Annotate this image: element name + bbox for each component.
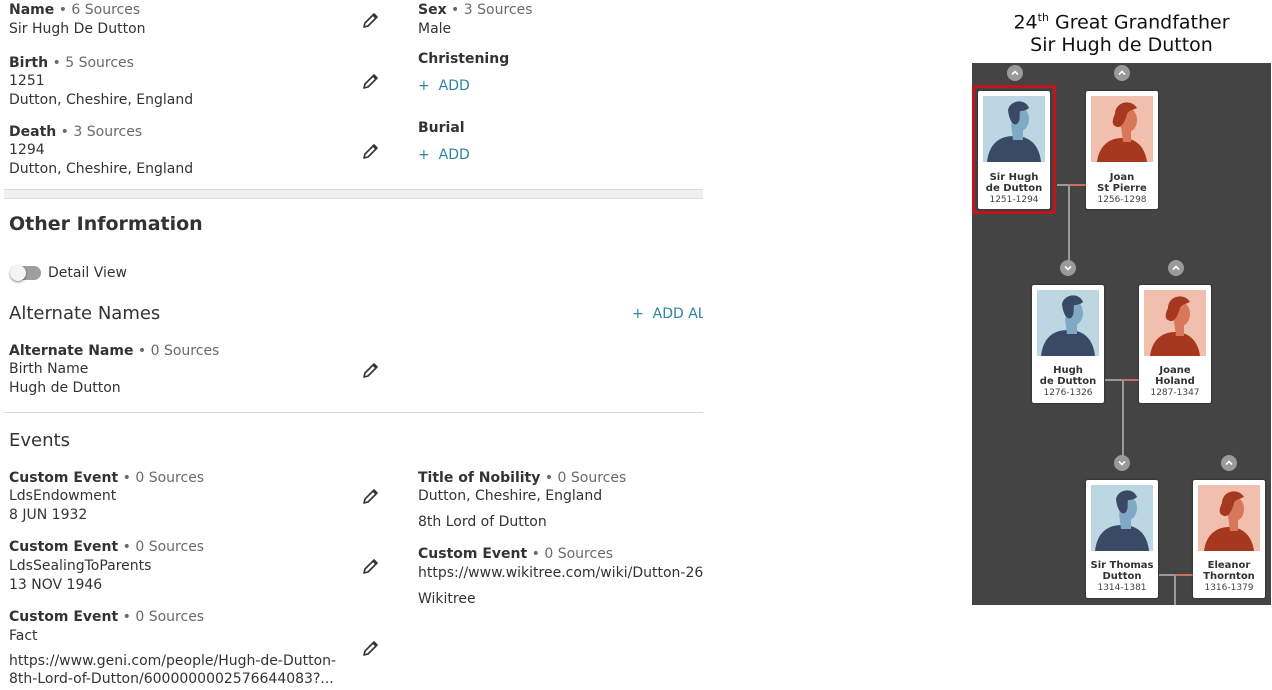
event-label: Custom Event • 0 Sources	[9, 609, 205, 625]
plus-icon: +	[418, 78, 439, 94]
expand-parents-chevron-up-icon[interactable]	[1007, 65, 1023, 81]
expand-parents-chevron-up-icon[interactable]	[1168, 260, 1184, 276]
christening-label: Christening	[418, 51, 510, 67]
person-card-joane-holand[interactable]: Joane Holand 1287-1347	[1139, 285, 1211, 403]
descent-line	[1122, 380, 1124, 458]
couple-connector	[1174, 574, 1193, 576]
plus-icon: +	[632, 306, 653, 322]
divider	[4, 412, 703, 413]
event-url: 8th-Lord-of-Dutton/6000000002576644083?.…	[9, 671, 334, 687]
plus-icon: +	[418, 147, 439, 163]
edit-death-pencil-icon[interactable]	[361, 141, 381, 161]
expand-parents-chevron-up-icon[interactable]	[1114, 65, 1130, 81]
event-label: Custom Event • 0 Sources	[418, 546, 614, 562]
person-card-sir-hugh-de-dutton[interactable]: Sir Hugh de Dutton 1251-1294	[978, 91, 1050, 209]
sex-label: Sex • 3 Sources	[418, 2, 533, 18]
edit-alternate-name-pencil-icon[interactable]	[361, 360, 381, 380]
birth-label: Birth • 5 Sources	[9, 55, 134, 71]
other-information-heading: Other Information	[9, 213, 203, 235]
event-url: https://www.geni.com/people/Hugh-de-Dutt…	[9, 653, 337, 669]
events-heading: Events	[9, 430, 70, 451]
alternate-names-heading: Alternate Names	[9, 303, 161, 324]
detail-view-label: Detail View	[48, 265, 127, 281]
person-card-sir-thomas-dutton[interactable]: Sir Thomas Dutton 1314-1381	[1086, 480, 1158, 598]
event-label: Title of Nobility • 0 Sources	[418, 470, 627, 486]
birth-date: 1251	[9, 73, 45, 89]
add-christening-button[interactable]: + ADD	[418, 78, 470, 94]
event-detail: Fact	[9, 628, 38, 644]
alternate-name-label: Alternate Name • 0 Sources	[9, 343, 220, 359]
death-place: Dutton, Cheshire, England	[9, 161, 194, 177]
event-date: 13 NOV 1946	[9, 577, 103, 593]
male-avatar-icon	[983, 96, 1045, 162]
descent-line	[1068, 185, 1070, 263]
birth-place: Dutton, Cheshire, England	[9, 92, 194, 108]
edit-event-pencil-icon[interactable]	[361, 556, 381, 576]
alternate-name-value: Hugh de Dutton	[9, 380, 121, 396]
event-date: 8 JUN 1932	[9, 507, 88, 523]
name-value: Sir Hugh De Dutton	[9, 21, 146, 37]
collapse-chevron-down-icon[interactable]	[1114, 455, 1130, 471]
event-place: Dutton, Cheshire, England	[418, 488, 603, 504]
add-alternate-name-button[interactable]: + ADD AL	[632, 306, 703, 322]
section-divider	[4, 189, 703, 199]
death-label: Death • 3 Sources	[9, 124, 143, 140]
edit-name-pencil-icon[interactable]	[361, 10, 381, 30]
event-detail: LdsSealingToParents	[9, 558, 152, 574]
female-avatar-icon	[1144, 290, 1206, 356]
edit-event-pencil-icon[interactable]	[361, 486, 381, 506]
death-date: 1294	[9, 142, 45, 158]
event-label: Custom Event • 0 Sources	[9, 470, 205, 486]
descent-line	[1174, 575, 1176, 605]
burial-label: Burial	[418, 120, 465, 136]
tree-title: 24th Great Grandfather	[1013, 11, 1230, 34]
person-card-eleanor-thornton[interactable]: Eleanor Thornton 1316-1379	[1193, 480, 1265, 598]
event-detail: Wikitree	[418, 591, 476, 607]
couple-connector	[1068, 184, 1086, 186]
alternate-name-type: Birth Name	[9, 361, 89, 377]
event-detail: LdsEndowment	[9, 488, 117, 504]
tree-title-name: Sir Hugh de Dutton	[1030, 34, 1213, 56]
name-label: Name • 6 Sources	[9, 2, 141, 18]
event-url: https://www.wikitree.com/wiki/Dutton-265	[418, 565, 703, 581]
family-tree-panel[interactable]: Sir Hugh de Dutton 1251-1294 Joan St Pie…	[972, 63, 1271, 605]
couple-connector	[1122, 379, 1139, 381]
expand-parents-chevron-up-icon[interactable]	[1221, 455, 1237, 471]
male-avatar-icon	[1091, 485, 1153, 551]
edit-birth-pencil-icon[interactable]	[361, 71, 381, 91]
male-avatar-icon	[1037, 290, 1099, 356]
add-burial-button[interactable]: + ADD	[418, 147, 470, 163]
female-avatar-icon	[1198, 485, 1260, 551]
female-avatar-icon	[1091, 96, 1153, 162]
edit-event-pencil-icon[interactable]	[361, 638, 381, 658]
detail-view-toggle-knob[interactable]	[10, 265, 26, 281]
event-label: Custom Event • 0 Sources	[9, 539, 205, 555]
sex-value: Male	[418, 21, 452, 37]
person-card-hugh-de-dutton[interactable]: Hugh de Dutton 1276-1326	[1032, 285, 1104, 403]
event-detail: 8th Lord of Dutton	[418, 514, 547, 530]
person-card-joan-st-pierre[interactable]: Joan St Pierre 1256-1298	[1086, 91, 1158, 209]
collapse-chevron-down-icon[interactable]	[1060, 260, 1076, 276]
